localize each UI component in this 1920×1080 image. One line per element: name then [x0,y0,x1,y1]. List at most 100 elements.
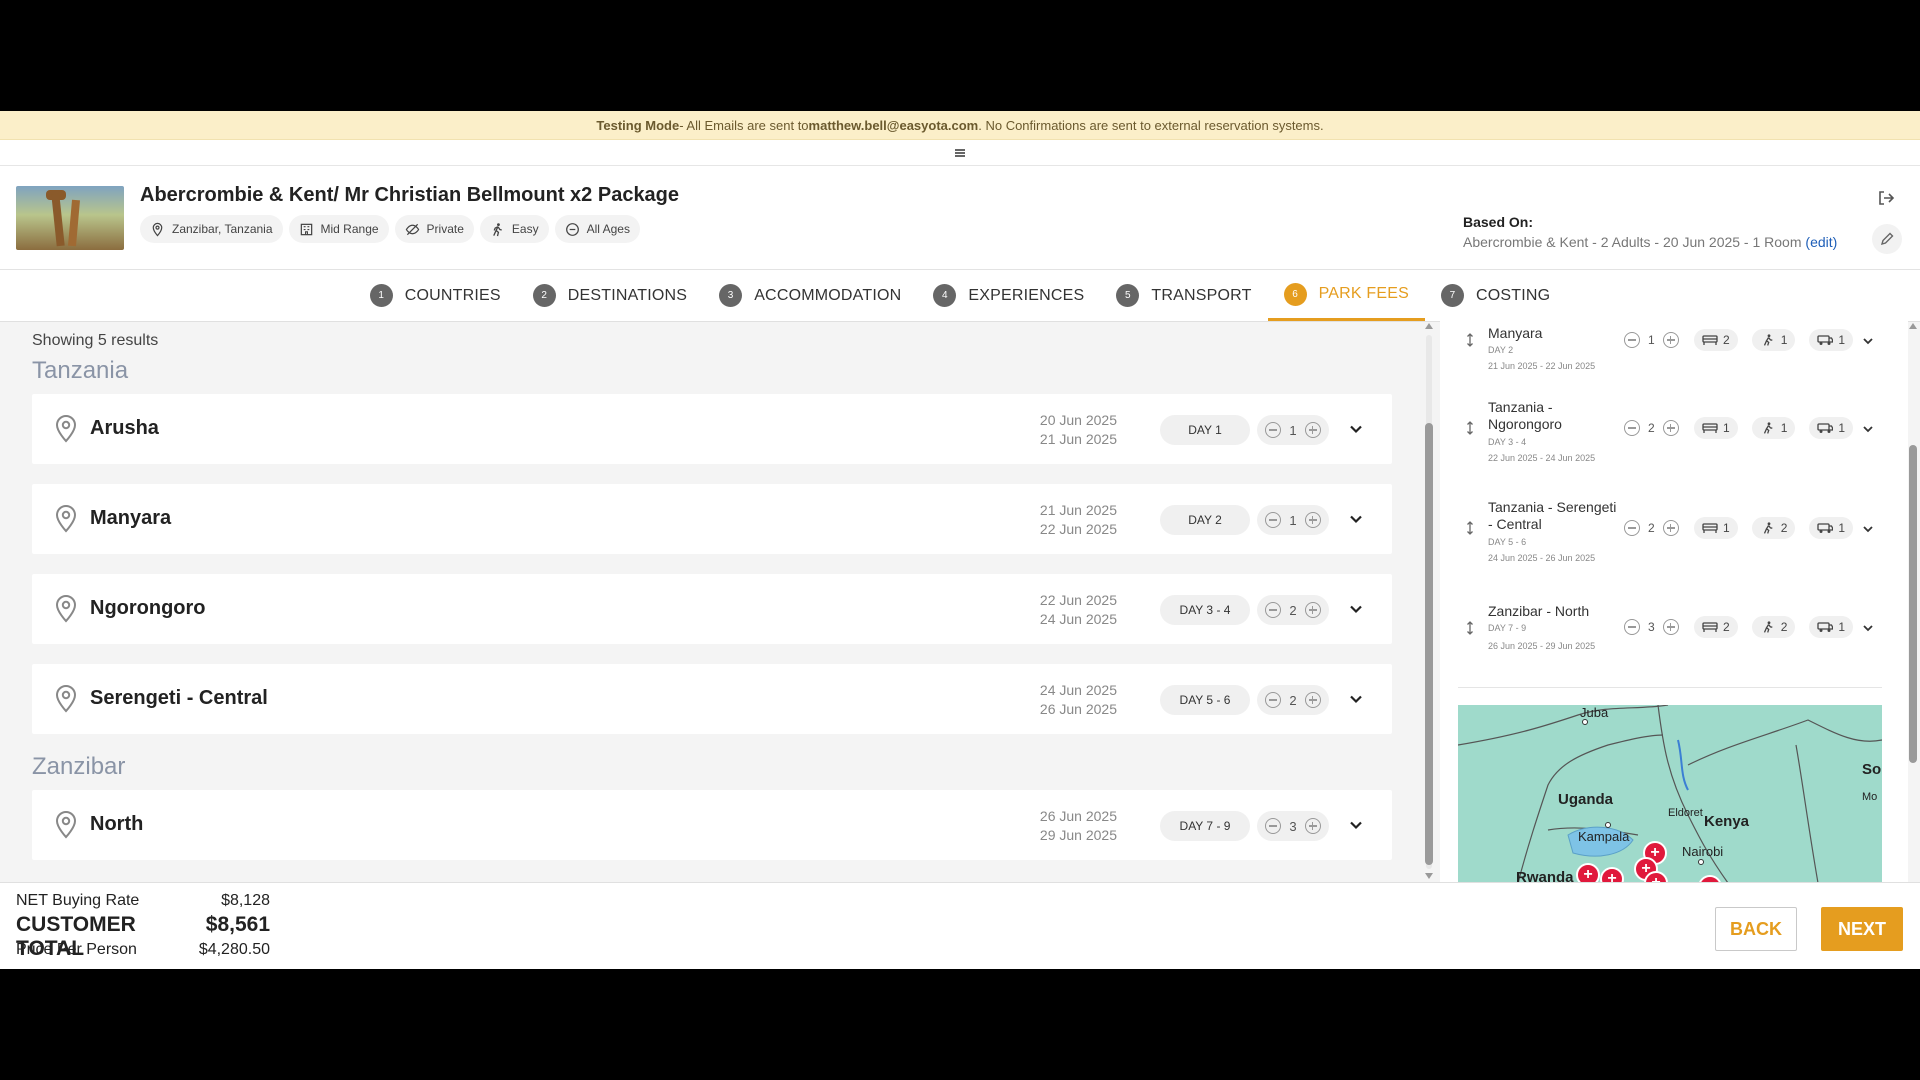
minus-icon[interactable] [1265,818,1281,834]
minus-icon[interactable] [1624,332,1640,348]
summary-dates: 26 Jun 2025 - 29 Jun 2025 [1488,641,1596,651]
chevron-down-icon[interactable] [1862,622,1874,634]
vehicles-pill[interactable]: 1 [1809,329,1854,351]
minus-icon[interactable] [1265,692,1281,708]
minus-icon[interactable] [1265,422,1281,438]
tab-transport[interactable]: 5 TRANSPORT [1100,270,1267,321]
tab-label: ACCOMMODATION [754,286,902,304]
tab-costing[interactable]: 7 COSTING [1425,270,1566,321]
drag-handle-icon[interactable] [955,148,965,157]
summary-day: DAY 5 - 6 [1488,537,1527,547]
map-label: Uganda [1558,791,1614,808]
tab-countries[interactable]: 1 COUNTRIES [354,270,517,321]
people-pill[interactable]: 1 [1751,329,1796,351]
plus-icon[interactable] [1304,422,1321,438]
vehicles-value: 1 [1838,521,1846,535]
tab-label: COUNTRIES [404,286,501,304]
chevron-down-icon[interactable] [1862,335,1874,347]
minus-icon[interactable] [1624,420,1640,436]
list-scrollbar[interactable] [1424,321,1434,883]
minus-icon[interactable] [1624,520,1640,536]
panel-divider [1458,687,1882,688]
vehicle-icon [1817,335,1834,345]
people-pill[interactable]: 1 [1751,417,1796,439]
bed-icon [1702,523,1718,533]
plus-icon[interactable] [1304,692,1321,708]
tab-park-fees[interactable]: 6 PARK FEES [1267,270,1425,321]
plus-icon[interactable] [1662,332,1679,348]
beds-pill[interactable]: 1 [1694,517,1738,539]
scroll-down-icon[interactable] [1425,873,1433,879]
nights-stepper: 3 [1624,619,1680,635]
edit-link[interactable]: (edit) [1805,234,1837,250]
vehicles-pill[interactable]: 1 [1809,517,1854,539]
chevron-down-icon[interactable] [1862,423,1874,435]
date-range: 21 Jun 2025 22 Jun 2025 [1007,501,1117,539]
bed-icon [1702,423,1718,433]
drag-handle-icon[interactable] [1466,521,1474,535]
list-item[interactable]: Ngorongoro 22 Jun 2025 24 Jun 2025 DAY 3 … [32,574,1392,644]
scrollbar-thumb[interactable] [1909,445,1917,763]
scroll-up-icon[interactable] [1425,323,1433,329]
hiker-icon [1763,422,1773,434]
chevron-down-icon[interactable] [1349,512,1363,526]
plus-icon[interactable] [1304,818,1321,834]
chevron-down-icon[interactable] [1862,523,1874,535]
drag-handle-icon[interactable] [1466,421,1474,435]
drag-handle-icon[interactable] [1466,333,1474,347]
route-map[interactable]: Juba Uganda Eldoret Kenya Kampala Nairob… [1458,705,1882,883]
tag-location: Zanzibar, Tanzania [140,215,283,243]
back-button[interactable]: BACK [1715,907,1797,951]
plus-icon[interactable] [1304,602,1321,618]
quantity-value: 2 [1289,602,1297,618]
minus-icon[interactable] [1265,602,1281,618]
people-value: 1 [1780,333,1788,347]
minus-icon[interactable] [1624,619,1640,635]
summary-controls: 1 2 1 1 [1624,329,1854,351]
beds-value: 1 [1723,421,1730,435]
list-item[interactable]: North 26 Jun 2025 29 Jun 2025 DAY 7 - 9 3 [32,790,1392,860]
panel-scrollbar[interactable] [1908,321,1918,883]
plus-icon[interactable] [1662,420,1679,436]
plus-icon[interactable] [1304,512,1321,528]
price-per-person-row: Price Per Person $4,280.50 [16,941,270,959]
tab-experiences[interactable]: 4 EXPERIENCES [917,270,1100,321]
map-marker[interactable]: + [1576,863,1600,883]
chevron-down-icon[interactable] [1349,602,1363,616]
beds-pill[interactable]: 1 [1694,417,1738,439]
summary-controls: 2 1 2 1 [1624,517,1854,539]
people-pill[interactable]: 2 [1751,616,1796,638]
scrollbar-thumb[interactable] [1425,423,1433,865]
scroll-up-icon[interactable] [1909,323,1917,329]
minus-icon[interactable] [1265,512,1281,528]
beds-pill[interactable]: 2 [1694,329,1738,351]
list-item[interactable]: Arusha 20 Jun 2025 21 Jun 2025 DAY 1 1 [32,394,1392,464]
plus-icon[interactable] [1662,619,1679,635]
vehicle-icon [1817,622,1834,632]
vehicles-pill[interactable]: 1 [1809,616,1854,638]
vehicles-pill[interactable]: 1 [1809,417,1854,439]
tag-privacy-label: Private [426,222,464,236]
tab-accommodation[interactable]: 3 ACCOMMODATION [703,270,917,321]
people-pill[interactable]: 2 [1751,517,1796,539]
nights-value: 2 [1648,521,1655,535]
hiker-icon [493,222,502,236]
drag-handle-icon[interactable] [1466,621,1474,635]
pencil-icon [1880,232,1894,246]
edit-package-button[interactable] [1872,224,1902,254]
tab-destinations[interactable]: 2 DESTINATIONS [517,270,703,321]
quantity-stepper: 2 [1257,685,1329,715]
next-button[interactable]: NEXT [1821,907,1903,951]
chevron-down-icon[interactable] [1349,692,1363,706]
exit-icon[interactable] [1876,188,1896,208]
destination-name: Serengeti - Central [90,687,268,709]
plus-icon[interactable] [1662,520,1679,536]
chevron-down-icon[interactable] [1349,818,1363,832]
map-label: Kenya [1704,813,1750,830]
collapse-handle-row[interactable] [0,140,1920,166]
tab-number: 5 [1116,284,1140,307]
beds-pill[interactable]: 2 [1694,616,1738,638]
list-item[interactable]: Serengeti - Central 24 Jun 2025 26 Jun 20… [32,664,1392,734]
chevron-down-icon[interactable] [1349,422,1363,436]
list-item[interactable]: Manyara 21 Jun 2025 22 Jun 2025 DAY 2 1 [32,484,1392,554]
